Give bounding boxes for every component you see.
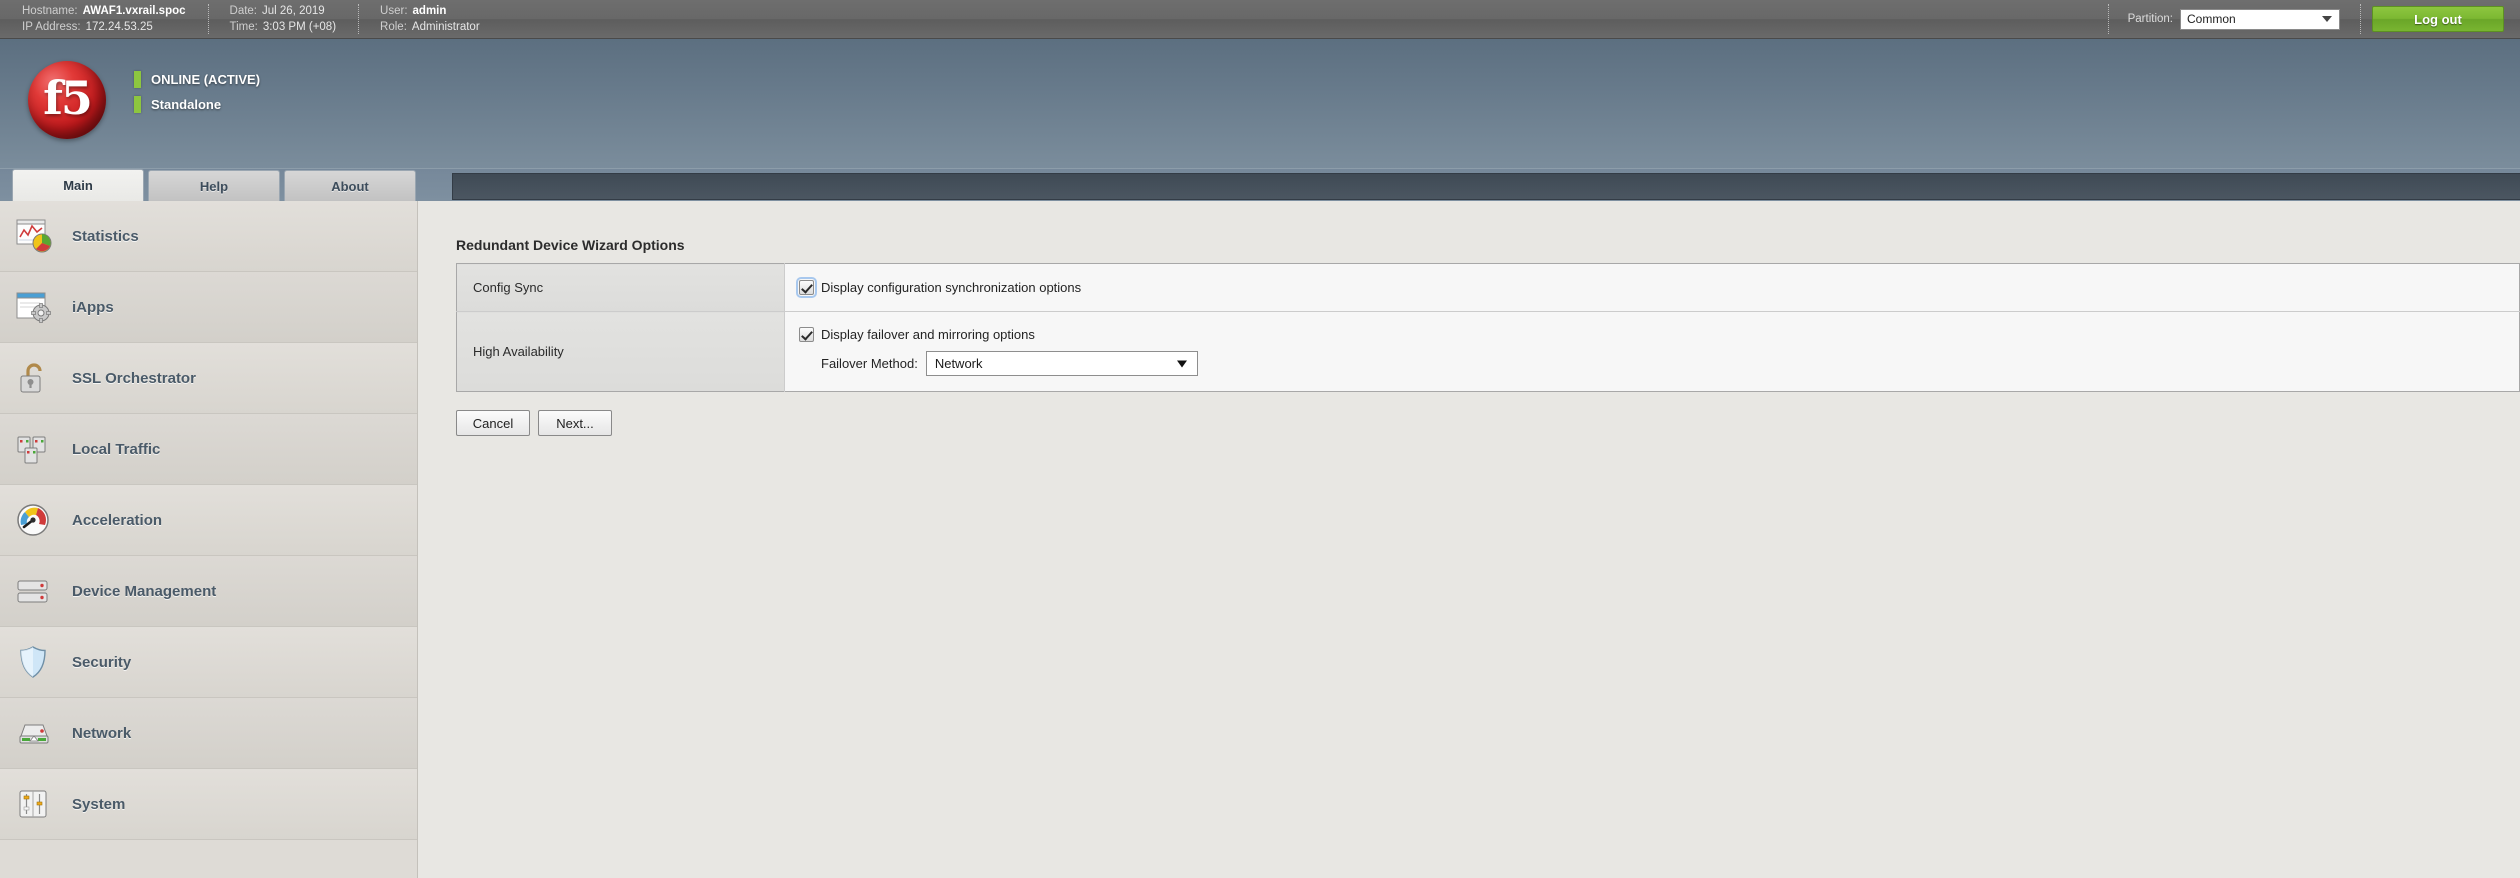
sidebar-item-label: System <box>72 795 126 813</box>
shield-icon <box>14 642 56 682</box>
wizard-options-table: Config Sync Display configuration synchr… <box>456 263 2520 392</box>
time-row: Time: 3:03 PM (+08) <box>230 19 337 35</box>
sidebar-item-label: Security <box>72 653 132 671</box>
failover-mirroring-checkbox[interactable] <box>799 327 814 342</box>
table-row-config-sync: Config Sync Display configuration synchr… <box>456 263 2520 312</box>
role-row: Role: Administrator <box>380 19 480 35</box>
hostname-value: AWAF1.vxrail.spoc <box>82 5 186 17</box>
brand-banner: f5 ONLINE (ACTIVE) Standalone <box>0 39 2520 169</box>
hostname-info-group: Hostname: AWAF1.vxrail.spoc IP Address: 17… <box>0 0 208 38</box>
time-value: 3:03 PM (+08) <box>262 21 337 33</box>
high-availability-value-cell: Display failover and mirroring options F… <box>784 311 2520 392</box>
failover-method-line: Failover Method: Network <box>799 351 2519 376</box>
status-line-secondary: Standalone <box>134 96 260 113</box>
user-value: admin <box>412 5 447 17</box>
content-area: Redundant Device Wizard Options Config S… <box>418 201 2520 878</box>
sidebar-navigation: Statistics iApps SSL Orchestrator Local … <box>0 201 418 878</box>
open-padlock-icon <box>14 358 56 398</box>
logout-button[interactable]: Log out <box>2372 6 2504 32</box>
f5-logo-text: f5 <box>43 71 93 125</box>
ip-address-row: IP Address: 172.24.53.25 <box>22 19 186 35</box>
cancel-button[interactable]: Cancel <box>456 410 530 436</box>
sidebar-item-system[interactable]: System <box>0 769 417 840</box>
sidebar-item-label: iApps <box>72 298 114 316</box>
sidebar-item-label: Acceleration <box>72 511 163 529</box>
status-secondary-text: Standalone <box>151 97 222 112</box>
ip-address-key: IP Address: <box>22 21 81 33</box>
date-key: Date: <box>229 5 258 17</box>
status-line-primary: ONLINE (ACTIVE) <box>134 71 260 88</box>
tab-bar: Main Help About <box>0 169 2520 201</box>
time-key: Time: <box>229 21 258 33</box>
main-layout: Statistics iApps SSL Orchestrator Local … <box>0 201 2520 878</box>
date-value: Jul 26, 2019 <box>262 5 325 17</box>
failover-method-label: Failover Method: <box>821 356 918 371</box>
status-primary-text: ONLINE (ACTIVE) <box>151 72 261 87</box>
role-value: Administrator <box>411 21 480 33</box>
servers-group-icon <box>14 429 56 469</box>
sidebar-item-iapps[interactable]: iApps <box>0 272 417 343</box>
action-buttons: Cancel Next... <box>456 410 2520 436</box>
window-gear-icon <box>14 287 56 327</box>
user-key: User: <box>380 5 408 17</box>
failover-mirroring-checkbox-line: Display failover and mirroring options <box>799 327 2519 342</box>
breadcrumb <box>452 173 2520 200</box>
sidebar-item-label: Local Traffic <box>72 440 161 458</box>
config-sync-checkbox-label: Display configuration synchronization op… <box>821 280 1082 295</box>
failover-method-select[interactable]: Network <box>925 351 1198 376</box>
config-sync-label: Config Sync <box>456 263 785 312</box>
sidebar-item-statistics[interactable]: Statistics <box>0 201 417 272</box>
config-sync-value-cell: Display configuration synchronization op… <box>784 263 2520 312</box>
logout-group: Log out <box>2360 0 2520 38</box>
config-sync-checkbox[interactable] <box>796 277 817 298</box>
sidebar-item-local-traffic[interactable]: Local Traffic <box>0 414 417 485</box>
chevron-down-icon <box>2322 16 2332 22</box>
config-sync-checkbox-line: Display configuration synchronization op… <box>796 277 2519 298</box>
speedometer-icon <box>14 500 56 540</box>
sliders-icon <box>14 784 56 824</box>
partition-selected-value: Common <box>2187 12 2236 26</box>
role-key: Role: <box>380 21 407 33</box>
f5-logo-icon: f5 <box>28 61 106 139</box>
ip-address-value: 172.24.53.25 <box>85 21 153 33</box>
next-button[interactable]: Next... <box>538 410 612 436</box>
sidebar-item-label: SSL Orchestrator <box>72 369 196 387</box>
network-device-icon <box>14 713 56 753</box>
tab-main[interactable]: Main <box>12 169 144 201</box>
chevron-down-icon <box>1176 360 1187 367</box>
sidebar-item-acceleration[interactable]: Acceleration <box>0 485 417 556</box>
top-info-bar: Hostname: AWAF1.vxrail.spoc IP Address: 17… <box>0 0 2520 39</box>
sidebar-item-label: Network <box>72 724 132 742</box>
tab-help[interactable]: Help <box>148 170 280 201</box>
sidebar-item-label: Device Management <box>72 582 217 600</box>
hostname-row: Hostname: AWAF1.vxrail.spoc <box>22 3 186 19</box>
failover-mirroring-checkbox-label: Display failover and mirroring options <box>821 327 1035 342</box>
chart-pie-icon <box>14 216 56 256</box>
sidebar-item-security[interactable]: Security <box>0 627 417 698</box>
user-info-group: User: admin Role: Administrator <box>358 0 502 38</box>
failover-method-selected-value: Network <box>934 356 983 371</box>
table-row-high-availability: High Availability Display failover and m… <box>456 311 2520 392</box>
tab-about[interactable]: About <box>284 170 416 201</box>
date-row: Date: Jul 26, 2019 <box>230 3 337 19</box>
sync-indicator-icon <box>134 96 141 113</box>
datetime-info-group: Date: Jul 26, 2019 Time: 3:03 PM (+08) <box>207 0 359 38</box>
sidebar-item-ssl-orchestrator[interactable]: SSL Orchestrator <box>0 343 417 414</box>
page-title: Redundant Device Wizard Options <box>456 237 685 253</box>
stacked-devices-icon <box>14 571 56 611</box>
hostname-key: Hostname: <box>22 5 78 17</box>
sidebar-item-network[interactable]: Network <box>0 698 417 769</box>
high-availability-label: High Availability <box>456 311 785 392</box>
partition-selector-group: Partition: Common <box>2107 0 2360 38</box>
partition-label: Partition: <box>2127 13 2173 25</box>
status-indicator-icon <box>134 71 141 88</box>
high-availability-stack: Display failover and mirroring options F… <box>799 327 2519 376</box>
sidebar-item-device-management[interactable]: Device Management <box>0 556 417 627</box>
device-status-block: ONLINE (ACTIVE) Standalone <box>134 71 260 113</box>
user-row: User: admin <box>380 3 480 19</box>
sidebar-item-label: Statistics <box>72 227 139 245</box>
partition-select[interactable]: Common <box>2180 8 2340 30</box>
